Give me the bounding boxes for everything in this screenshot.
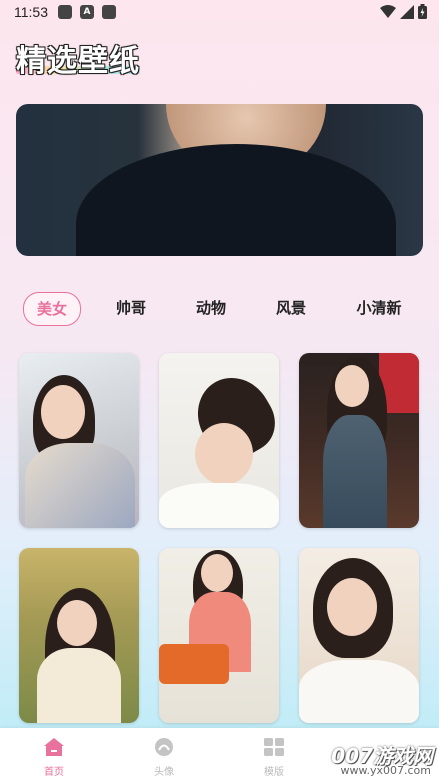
wallpaper-image-face [41,385,85,439]
wallpaper-image-cloth [159,483,279,528]
wallpaper-image-cloth [25,443,135,528]
notification-a-icon: A [80,5,94,19]
nav-template[interactable]: 模版 [244,738,304,778]
signal-icon [400,4,414,19]
nav-label: 模版 [264,767,284,778]
wallpaper-image-face [57,600,97,646]
wallpaper-image-book [299,660,419,723]
notification-icon [58,5,72,19]
category-tabs: 美女 帅哥 动物 风景 小清新 [0,292,439,328]
wallpaper-image-face [335,365,369,407]
wifi-icon [380,4,396,18]
wallpaper-image-face [201,554,233,592]
tab-animals[interactable]: 动物 [182,292,240,324]
tab-beauty[interactable]: 美女 [23,292,81,326]
watermark-url: www.yx007.com [340,764,431,777]
wallpaper-image-sofa [159,644,229,684]
wallpaper-card[interactable] [159,353,279,528]
wallpaper-card[interactable] [299,548,419,723]
template-icon [264,738,284,756]
notification-icon [102,5,116,19]
wallpaper-card[interactable] [299,353,419,528]
wallpaper-image-cloth [323,415,387,528]
banner-image-suit [76,144,396,256]
tab-handsome[interactable]: 帅哥 [102,292,160,324]
page-title: 精选壁纸 [16,44,140,79]
nav-label: 头像 [154,767,174,778]
tab-fresh[interactable]: 小清新 [344,292,414,324]
wallpaper-card[interactable] [19,353,139,528]
nav-home[interactable]: 首页 [24,738,84,778]
nav-avatar[interactable]: 头像 [134,738,194,778]
wallpaper-image-face [195,423,253,485]
wallpaper-card[interactable] [159,548,279,723]
featured-banner[interactable] [16,104,423,256]
avatar-icon [155,738,173,756]
home-icon [44,738,64,756]
status-time: 11:53 [14,4,48,20]
nav-label: 首页 [44,767,64,778]
wallpaper-image-cloth [37,648,121,723]
status-bar: 11:53 A [0,0,439,26]
wallpaper-image-face [327,578,377,636]
wallpaper-card[interactable] [19,548,139,723]
tab-scenery[interactable]: 风景 [262,292,320,324]
battery-icon [418,4,427,19]
